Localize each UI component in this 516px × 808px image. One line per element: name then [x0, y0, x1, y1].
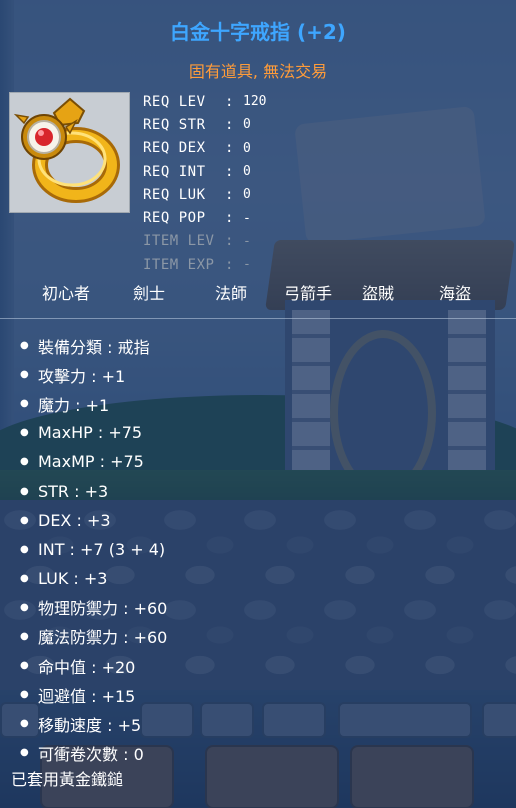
- stat-list: ● 裝備分類 : 戒指 ● 攻擊力 : +1 ● 魔力 : +1 ● MaxHP : +…: [20, 331, 500, 767]
- bullet-icon: ●: [20, 689, 29, 701]
- stat-text: MaxHP : +75: [38, 423, 143, 443]
- colon: :: [225, 116, 234, 133]
- stat-text: 裝備分類 : 戒指: [38, 337, 150, 357]
- stat-text: DEX : +3: [38, 510, 111, 530]
- stat-text: 魔力 : +1: [38, 395, 110, 415]
- job-thief: 盜賊: [362, 284, 395, 303]
- requirements-list: REQ LEV : 120 REQ STR : 0 REQ DEX : 0 RE…: [143, 90, 343, 276]
- req-value: 0: [243, 187, 251, 203]
- stat-row: ● MaxHP : +75: [20, 418, 500, 447]
- colon: :: [225, 256, 234, 273]
- req-label: REQ INT: [143, 163, 206, 180]
- stat-row: ● 物理防禦力 : +60: [20, 593, 500, 622]
- stat-text: MaxMP : +75: [38, 452, 144, 472]
- stat-row: ● 迴避值 : +15: [20, 680, 500, 709]
- req-int-row: REQ INT : 0: [143, 160, 343, 183]
- colon: :: [225, 233, 234, 250]
- enhancement-note: 已套用黃金鐵鎚: [11, 770, 124, 789]
- job-list: 初心者 劍士 法師 弓箭手 盜賊 海盜: [0, 280, 516, 310]
- stat-row: ● 命中值 : +20: [20, 651, 500, 680]
- req-label: REQ LEV: [143, 93, 206, 110]
- stat-row: ● 魔力 : +1: [20, 389, 500, 418]
- bullet-icon: ●: [20, 660, 29, 672]
- req-label: REQ DEX: [143, 140, 206, 157]
- item-tooltip: 白金十字戒指 (+2) 固有道具, 無法交易 REQ LEV : 120 REQ: [0, 0, 516, 808]
- req-label: REQ STR: [143, 116, 206, 133]
- item-trade-status: 固有道具, 無法交易: [188, 62, 328, 81]
- item-lev-row: ITEM LEV : -: [143, 230, 343, 253]
- bullet-icon: ●: [20, 398, 29, 410]
- bullet-icon: ●: [20, 514, 29, 526]
- req-value: -: [243, 210, 251, 226]
- job-beginner: 初心者: [42, 284, 91, 303]
- req-value: 120: [243, 94, 267, 110]
- stat-text: 移動速度 : +5: [38, 715, 142, 735]
- job-magician: 法師: [215, 284, 248, 303]
- item-icon-frame: [9, 92, 130, 213]
- bullet-icon: ●: [20, 456, 29, 468]
- stat-row: ● 攻擊力 : +1: [20, 360, 500, 389]
- stat-row: ● MaxMP : +75: [20, 447, 500, 476]
- req-value: 0: [243, 140, 251, 156]
- bullet-icon: ●: [20, 340, 29, 352]
- colon: :: [225, 163, 234, 180]
- req-lev-row: REQ LEV : 120: [143, 90, 343, 113]
- stat-row: ● STR : +3: [20, 476, 500, 505]
- job-warrior: 劍士: [133, 284, 166, 303]
- req-value: 0: [243, 117, 251, 133]
- req-label: ITEM LEV: [143, 233, 215, 250]
- stat-row: ● INT : +7 (3 + 4): [20, 535, 500, 564]
- stat-row: ● 可衝卷次數 : 0: [20, 738, 500, 767]
- divider: [0, 318, 516, 319]
- req-str-row: REQ STR : 0: [143, 113, 343, 136]
- req-label: REQ POP: [143, 210, 206, 227]
- bullet-icon: ●: [20, 630, 29, 642]
- req-dex-row: REQ DEX : 0: [143, 137, 343, 160]
- stat-row: ● 移動速度 : +5: [20, 709, 500, 738]
- stat-text: 魔法防禦力 : +60: [38, 628, 168, 648]
- bullet-icon: ●: [20, 369, 29, 381]
- gold-ring-icon: [13, 97, 120, 203]
- bullet-icon: ●: [20, 427, 29, 439]
- bullet-icon: ●: [20, 543, 29, 555]
- stat-row: ● 裝備分類 : 戒指: [20, 331, 500, 360]
- bullet-icon: ●: [20, 718, 29, 730]
- stat-text: 命中值 : +20: [38, 657, 136, 677]
- stat-text: 迴避值 : +15: [38, 686, 136, 706]
- colon: :: [225, 93, 234, 110]
- colon: :: [225, 140, 234, 157]
- stat-row: ● DEX : +3: [20, 506, 500, 535]
- colon: :: [225, 186, 234, 203]
- bullet-icon: ●: [20, 747, 29, 759]
- job-bowman: 弓箭手: [284, 284, 333, 303]
- stat-row: ● 魔法防禦力 : +60: [20, 622, 500, 651]
- bullet-icon: ●: [20, 572, 29, 584]
- job-pirate: 海盜: [439, 284, 472, 303]
- req-value: -: [243, 257, 251, 273]
- stat-text: 物理防禦力 : +60: [38, 599, 168, 619]
- stat-text: STR : +3: [38, 481, 109, 501]
- req-luk-row: REQ LUK : 0: [143, 183, 343, 206]
- stat-text: LUK : +3: [38, 568, 108, 588]
- bullet-icon: ●: [20, 601, 29, 613]
- stat-text: 可衝卷次數 : 0: [38, 744, 144, 764]
- req-label: REQ LUK: [143, 186, 206, 203]
- stat-row: ● LUK : +3: [20, 564, 500, 593]
- req-pop-row: REQ POP : -: [143, 206, 343, 229]
- item-exp-row: ITEM EXP : -: [143, 253, 343, 276]
- stat-text: 攻擊力 : +1: [38, 366, 126, 386]
- req-value: 0: [243, 164, 251, 180]
- colon: :: [225, 210, 234, 227]
- req-label: ITEM EXP: [143, 256, 215, 273]
- req-value: -: [243, 233, 251, 249]
- item-name: 白金十字戒指 (+2): [170, 20, 346, 44]
- stat-text: INT : +7 (3 + 4): [38, 539, 166, 559]
- bullet-icon: ●: [20, 485, 29, 497]
